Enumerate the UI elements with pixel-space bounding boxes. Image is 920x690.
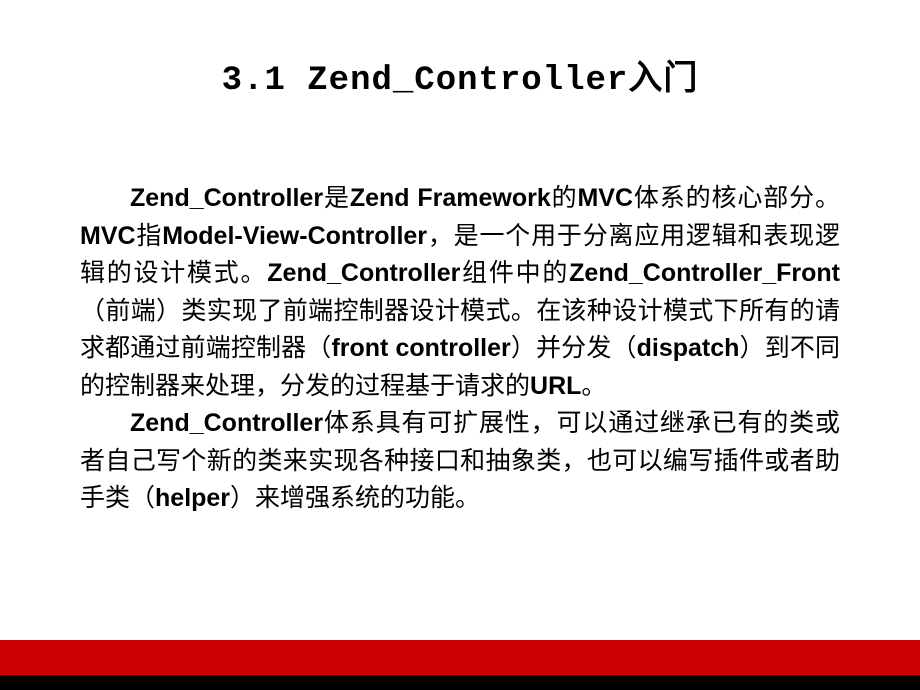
text-segment: 是 [323,185,350,212]
slide-container: 3.1 Zend_Controller入门 Zend_Controller是Ze… [0,0,920,690]
paragraph-1: Zend_Controller是Zend Framework的MVC体系的核心部… [80,180,840,405]
text-segment: Zend Framework [350,184,551,212]
slide-title: 3.1 Zend_Controller入门 [80,50,840,100]
text-segment: Zend_Controller_Front [569,259,840,287]
text-segment: Zend_Controller [130,409,323,437]
black-bar [0,675,920,690]
text-segment: ）来增强系统的功能。 [230,485,480,512]
text-segment: 。 [581,373,606,400]
text-segment: ）并分发（ [511,335,637,362]
text-segment: Zend_Controller [267,259,460,287]
text-segment: 组件中的 [460,260,569,287]
red-bar [0,640,920,675]
text-segment: MVC [577,184,633,212]
text-segment: front controller [331,334,510,362]
text-segment: dispatch [637,334,740,362]
text-segment: Zend_Controller [130,184,323,212]
text-segment: helper [155,484,230,512]
text-segment: URL [530,372,581,400]
text-segment: 体系的核心部分。 [633,185,840,212]
slide-content: Zend_Controller是Zend Framework的MVC体系的核心部… [80,180,840,518]
text-segment: 指 [136,223,163,250]
footer-bar [0,640,920,690]
text-segment: 的 [551,185,578,212]
text-segment: MVC [80,222,136,250]
text-segment: Model-View-Controller [162,222,427,250]
paragraph-2: Zend_Controller体系具有可扩展性，可以通过继承已有的类或者自己写个… [80,405,840,518]
